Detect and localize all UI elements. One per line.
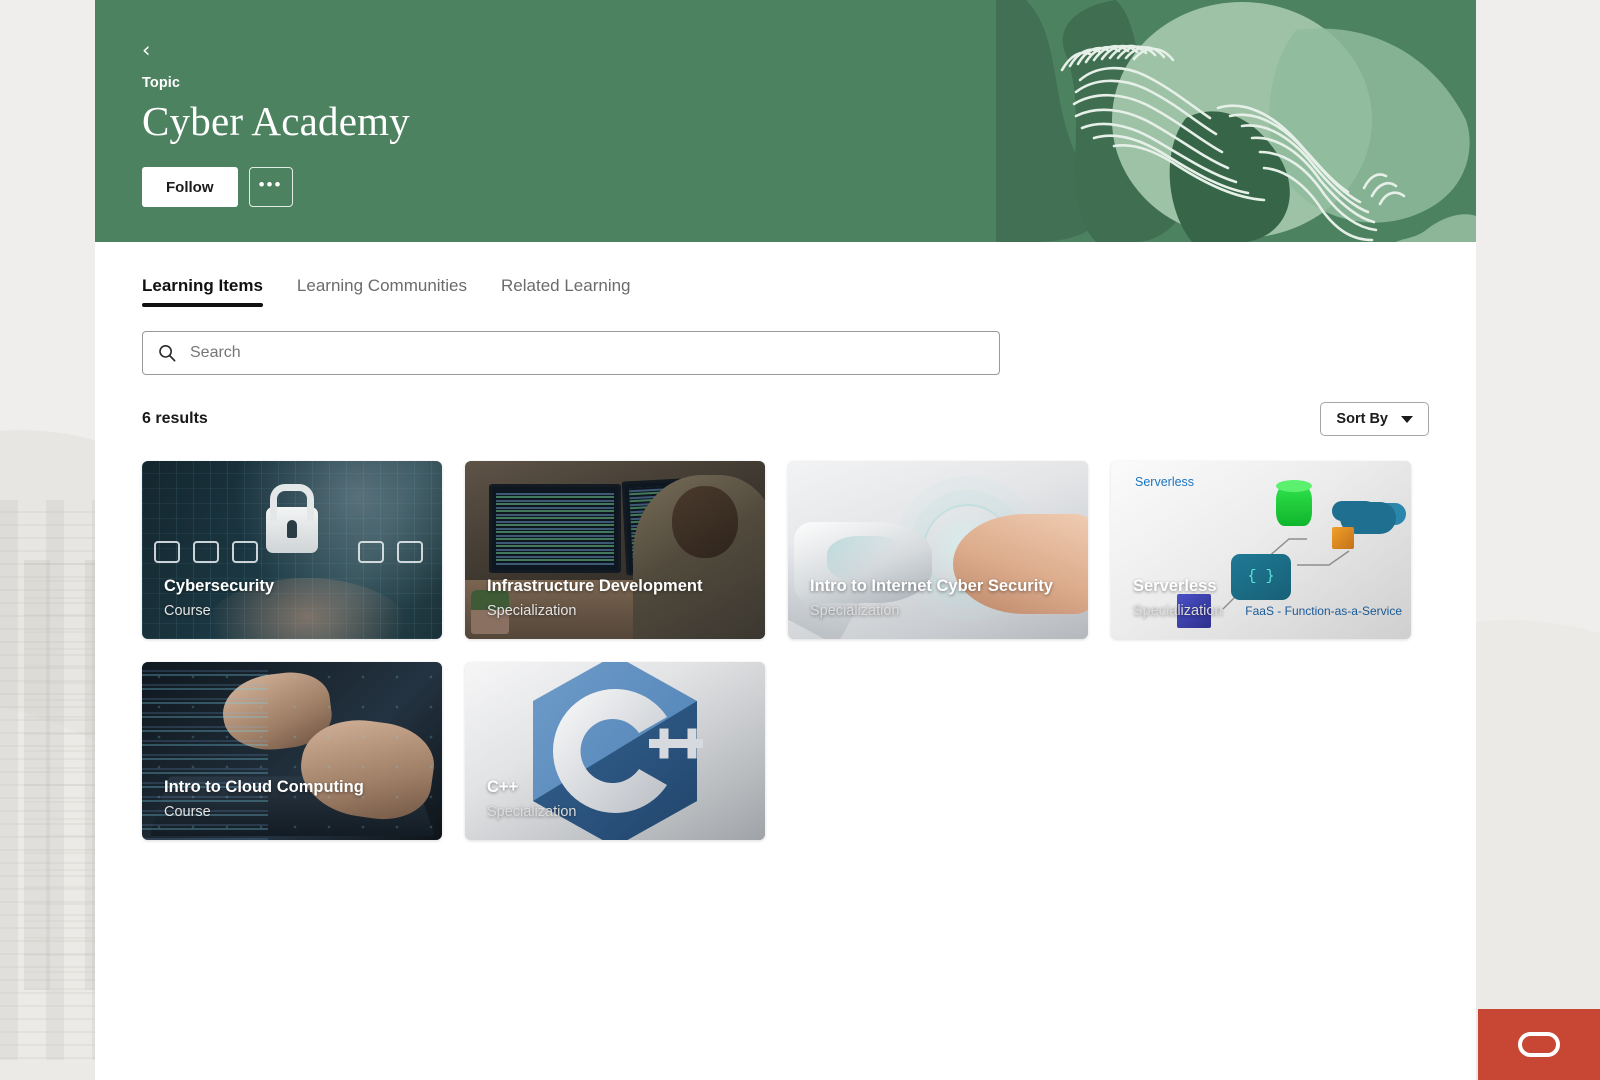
oracle-logo-icon xyxy=(1518,1032,1560,1057)
more-options-button[interactable]: ••• xyxy=(248,167,293,208)
back-chevron-icon[interactable]: ‹ xyxy=(142,40,164,62)
banner-eyebrow: Topic xyxy=(142,75,181,91)
follow-button[interactable]: Follow xyxy=(142,167,238,208)
card-subtitle: Specialization xyxy=(487,803,577,820)
search-input[interactable] xyxy=(190,344,985,362)
card-text: Infrastructure Development Specializatio… xyxy=(487,577,702,620)
function-braces-icon: { } xyxy=(1231,553,1291,600)
sort-by-dropdown[interactable]: Sort By xyxy=(1320,402,1429,436)
learning-card-intro-to-cloud-computing[interactable]: Intro to Cloud Computing Course xyxy=(142,662,442,840)
learning-card-infrastructure-development[interactable]: Infrastructure Development Specializatio… xyxy=(465,461,765,639)
card-subtitle: Specialization xyxy=(487,602,577,619)
results-count: 6 results xyxy=(142,410,208,427)
card-title: Intro to Cloud Computing xyxy=(164,777,364,796)
learning-card-cybersecurity[interactable]: Cybersecurity Course xyxy=(142,461,442,639)
card-subtitle: Course xyxy=(164,602,211,619)
card-title: Serverless xyxy=(1133,576,1217,595)
tab-learning-communities[interactable]: Learning Communities xyxy=(297,272,467,307)
banner-content: ‹ Topic Cyber Academy Follow ••• xyxy=(95,0,1476,208)
card-text: Intro to Internet Cyber Security Special… xyxy=(810,577,1053,620)
card-title: Cybersecurity xyxy=(164,576,275,595)
results-header: 6 results Sort By xyxy=(142,402,1429,436)
card-subtitle: Specialization xyxy=(810,602,900,619)
chat-support-widget[interactable] xyxy=(1478,1009,1600,1080)
topic-banner: ‹ Topic Cyber Academy Follow ••• xyxy=(95,0,1476,242)
page-title: Cyber Academy xyxy=(142,98,410,144)
faas-overlay-caption: FaaS - Function-as-a-Service xyxy=(1245,603,1402,618)
tab-related-learning[interactable]: Related Learning xyxy=(501,272,630,307)
learning-items-grid: Cybersecurity Course Infrastructure Deve… xyxy=(142,461,1432,840)
card-subtitle: Specialization xyxy=(1133,602,1223,619)
card-title: Intro to Internet Cyber Security xyxy=(810,576,1053,595)
search-field[interactable] xyxy=(142,331,1000,375)
database-cylinder-icon xyxy=(1276,479,1312,526)
orange-cube-icon xyxy=(1332,526,1354,549)
learning-card-cpp[interactable]: C++ Specialization xyxy=(465,662,765,840)
search-icon xyxy=(159,344,176,362)
tab-learning-items[interactable]: Learning Items xyxy=(142,272,263,307)
tab-bar: Learning Items Learning Communities Rela… xyxy=(95,272,1476,307)
card-text: C++ Specialization xyxy=(487,778,576,821)
app-content-panel: ‹ Topic Cyber Academy Follow ••• Learnin… xyxy=(95,0,1476,1080)
serverless-overlay-label: Serverless xyxy=(1135,475,1195,490)
learning-card-serverless[interactable]: { } Serverless FaaS - Function-as-a-Serv… xyxy=(1111,461,1411,639)
card-title: Infrastructure Development xyxy=(487,576,703,595)
learning-card-intro-to-internet-cyber-security[interactable]: Intro to Internet Cyber Security Special… xyxy=(788,461,1088,639)
card-text: Cybersecurity Course xyxy=(164,577,274,620)
card-text: Intro to Cloud Computing Course xyxy=(164,778,364,821)
card-text: Serverless Specialization xyxy=(1133,577,1222,620)
sort-by-label: Sort By xyxy=(1336,411,1388,427)
chevron-down-icon xyxy=(1401,415,1413,423)
card-subtitle: Course xyxy=(164,803,211,820)
card-title: C++ xyxy=(487,777,519,796)
banner-actions: Follow ••• xyxy=(142,167,1476,208)
ellipsis-icon: ••• xyxy=(258,174,283,194)
